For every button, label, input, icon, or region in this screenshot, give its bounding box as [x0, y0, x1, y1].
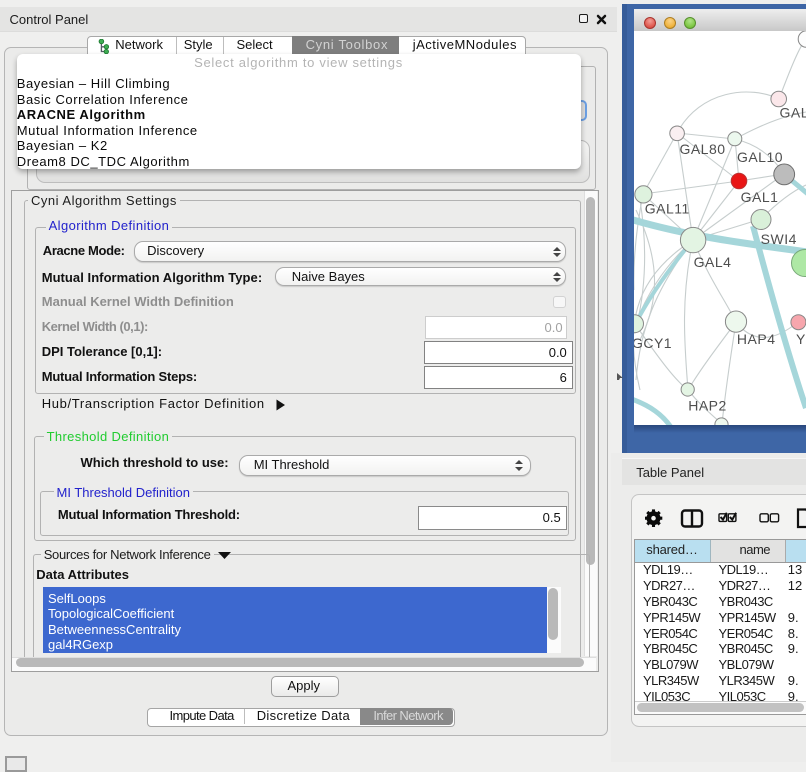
svg-text:GCY1: GCY1	[634, 335, 672, 351]
svg-text:GAL4: GAL4	[694, 254, 732, 270]
svg-text:GAL7: GAL7	[780, 105, 806, 121]
svg-text:SWI4: SWI4	[761, 231, 797, 247]
svg-text:HAP4: HAP4	[737, 331, 776, 347]
svg-text:Y: Y	[796, 331, 806, 347]
svg-text:HAP2: HAP2	[688, 397, 727, 413]
svg-text:GAL1: GAL1	[741, 189, 779, 205]
svg-text:GAL11: GAL11	[645, 201, 690, 217]
svg-text:GAL80: GAL80	[679, 141, 725, 157]
svg-text:GAL10: GAL10	[737, 149, 783, 165]
